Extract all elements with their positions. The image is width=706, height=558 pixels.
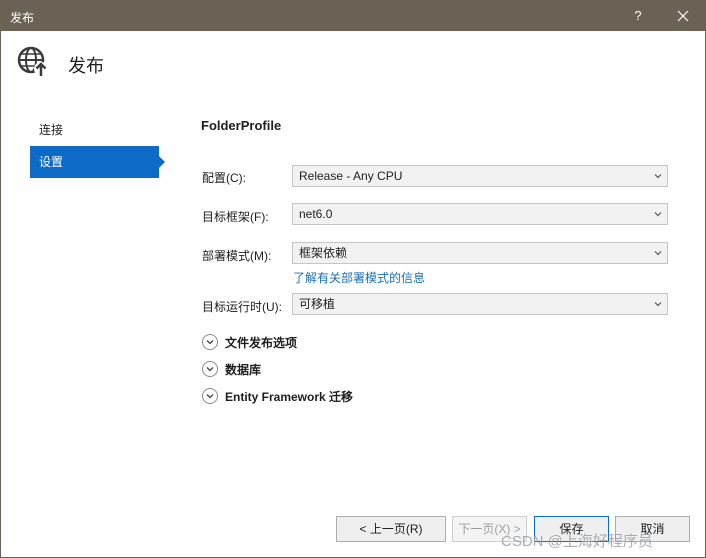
watermark: CSDN @上海好程序员 (501, 533, 653, 550)
deploy-mode-value: 框架依赖 (299, 246, 348, 260)
publish-globe-icon (17, 46, 48, 76)
title-bar[interactable]: 发布 ? (1, 1, 705, 31)
config-value: Release - Any CPU (299, 169, 403, 183)
help-button[interactable]: ? (624, 1, 652, 31)
chevron-down-icon (654, 174, 662, 179)
section-label: Entity Framework 迁移 (225, 389, 354, 404)
window-title: 发布 (10, 11, 35, 25)
chevron-down-icon (654, 212, 662, 217)
section-file-publish-options[interactable]: 文件发布选项 (202, 332, 297, 352)
runtime-value: 可移植 (299, 297, 336, 311)
close-icon (677, 10, 689, 22)
previous-button[interactable]: < 上一页(R) (336, 516, 446, 542)
chevron-down-icon (654, 302, 662, 307)
config-label: 配置(C): (202, 171, 246, 185)
page-title: 发布 (68, 56, 104, 76)
deploy-mode-select[interactable]: 框架依赖 (292, 242, 668, 264)
expand-icon (202, 388, 218, 404)
sidebar-item-connection[interactable]: 连接 (30, 114, 159, 146)
framework-label: 目标框架(F): (202, 210, 269, 224)
profile-name: FolderProfile (201, 118, 282, 133)
section-label: 数据库 (225, 362, 262, 377)
config-select[interactable]: Release - Any CPU (292, 165, 668, 187)
framework-select[interactable]: net6.0 (292, 203, 668, 225)
runtime-select[interactable]: 可移植 (292, 293, 668, 315)
deploy-mode-label: 部署模式(M): (202, 249, 272, 263)
expand-icon (202, 361, 218, 377)
sidebar-item-settings[interactable]: 设置 (30, 146, 165, 178)
chevron-down-icon (654, 251, 662, 256)
runtime-label: 目标运行时(U): (202, 300, 282, 314)
expand-icon (202, 334, 218, 350)
sidebar-nav: 连接 设置 (30, 114, 170, 178)
section-ef-migrations[interactable]: Entity Framework 迁移 (202, 386, 353, 406)
close-button[interactable] (668, 1, 698, 31)
section-database[interactable]: 数据库 (202, 359, 261, 379)
publish-dialog: 发布 ? 发布 连接 设置 FolderProfile 配置(C): Relea… (0, 0, 706, 558)
section-label: 文件发布选项 (225, 335, 298, 350)
deploy-mode-info-link[interactable]: 了解有关部署模式的信息 (293, 269, 425, 286)
framework-value: net6.0 (299, 207, 333, 221)
